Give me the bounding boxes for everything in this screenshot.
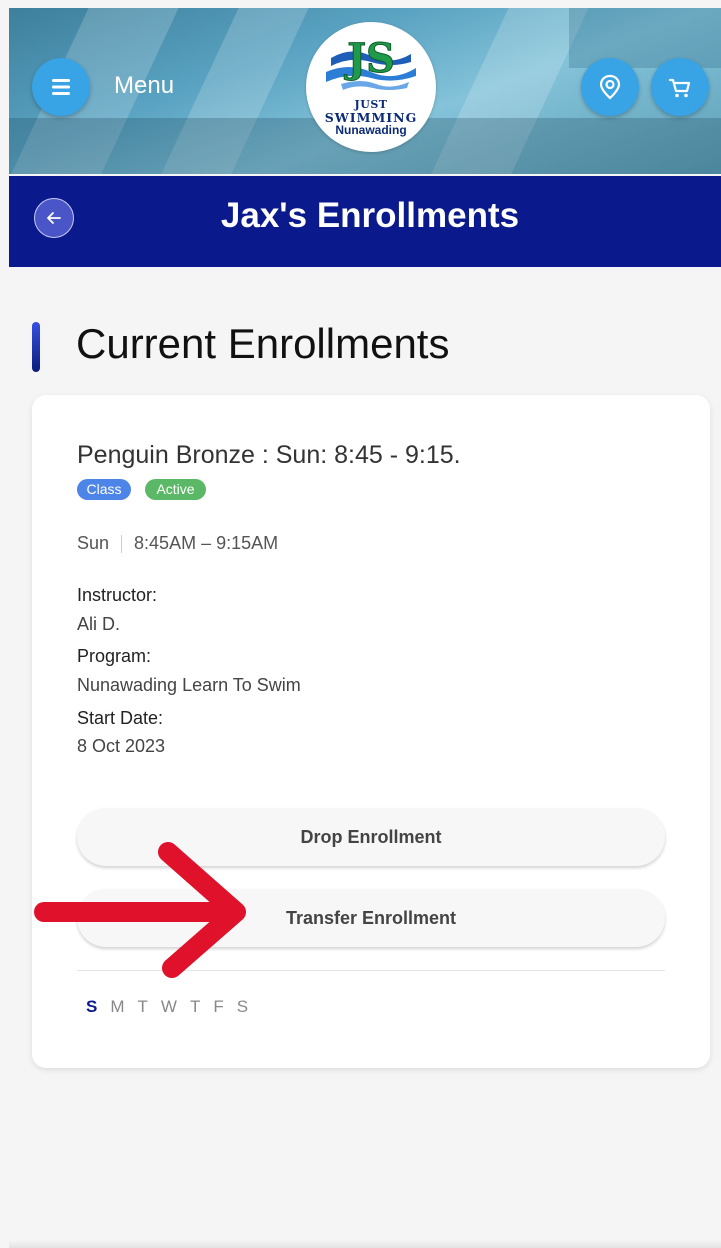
start-date-label: Start Date: [77, 708, 164, 728]
day-mon: M [110, 997, 125, 1016]
section-accent-bar [32, 322, 40, 372]
weekday-indicator: SMTWTFS [86, 997, 261, 1017]
instructor-label: Instructor: [77, 585, 158, 605]
schedule-separator [121, 535, 123, 554]
svg-text:JS: JS [344, 35, 395, 82]
day-tue: T [137, 997, 148, 1016]
schedule-time: 8:45AM – 9:15AM [134, 533, 279, 553]
day-wed: W [160, 997, 177, 1016]
menu-button[interactable] [32, 58, 90, 116]
menu-label[interactable]: Menu [114, 72, 174, 100]
section-title: Current Enrollments [76, 320, 450, 367]
back-button[interactable] [34, 198, 74, 238]
schedule: Sun 8:45AM – 9:15AM [77, 533, 278, 554]
page-title: Jax's Enrollments [220, 196, 520, 235]
card-divider [77, 970, 665, 971]
class-title: Penguin Bronze : Sun: 8:45 - 9:15. [77, 441, 461, 469]
logo-emblem: JS [326, 35, 416, 90]
status-badge: Active [145, 479, 206, 500]
day-sun: S [86, 997, 98, 1016]
enrollment-card [32, 395, 710, 1068]
program-label: Program: [77, 646, 152, 666]
schedule-day: Sun [77, 533, 110, 553]
day-fri: F [213, 997, 224, 1016]
location-pin-icon [599, 74, 621, 100]
cart-icon [668, 78, 691, 98]
cart-button[interactable] [651, 58, 709, 116]
class-tag: Class [77, 479, 131, 500]
location-button[interactable] [581, 58, 639, 116]
logo-text-location: Nunawading [335, 123, 407, 137]
arrow-left-icon [47, 212, 61, 224]
day-sat: S [236, 997, 249, 1016]
transfer-enrollment-button[interactable]: Transfer Enrollment [77, 889, 665, 947]
logo-text-just: JUST [354, 98, 388, 111]
start-date-value: 8 Oct 2023 [77, 736, 166, 756]
drop-enrollment-button[interactable]: Drop Enrollment [77, 808, 665, 866]
bottom-edge [9, 1240, 721, 1248]
program-value: Nunawading Learn To Swim [77, 675, 301, 695]
logo: JS JUST SWIMMING Nunawading [306, 22, 436, 152]
menu-icon [52, 79, 70, 95]
instructor-value: Ali D. [77, 614, 121, 634]
day-thu: T [189, 997, 201, 1016]
